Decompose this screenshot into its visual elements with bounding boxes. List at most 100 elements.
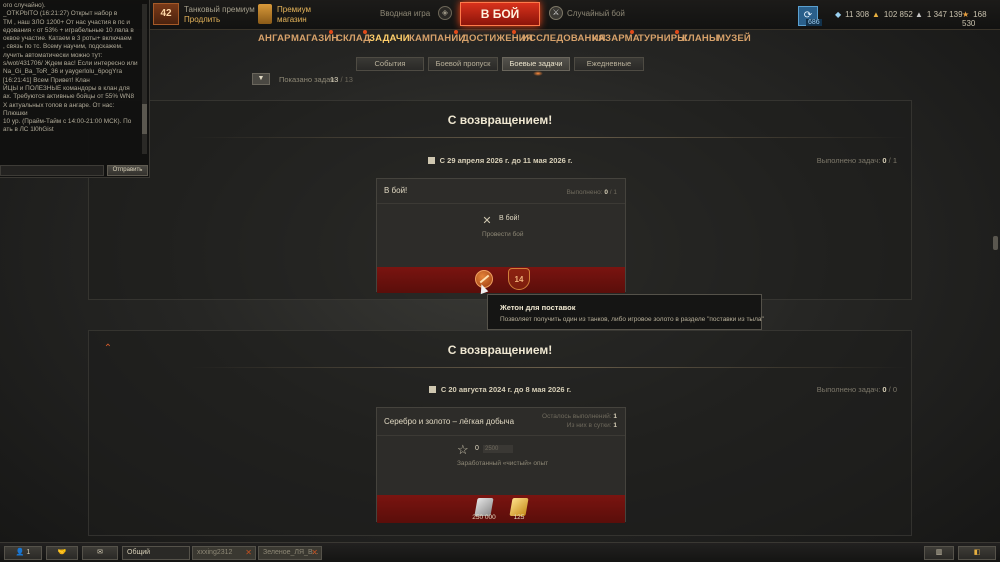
reward-shield-icon[interactable]: 14 [508,268,530,290]
mission-group-2-date-text: С 20 августа 2024 г. до 8 мая 2026 г. [440,385,572,394]
calendar-icon [428,386,436,393]
nav-achievements-notification-dot [512,30,516,34]
tab-battle-pass[interactable]: Боевой пропуск [428,57,498,71]
tab-daily[interactable]: Ежедневные [574,57,644,71]
nav-clans[interactable]: КЛАНЫ [682,33,719,44]
filter-icon: ▼ [257,75,265,82]
mission-group-1-dates: С 29 апреля 2026 г. до 11 мая 2026 г. [89,156,911,165]
nav-museum[interactable]: МУЗЕЙ [717,33,751,44]
nav-shop[interactable]: МАГАЗИН [291,33,338,44]
battle-button[interactable]: В БОЙ [460,2,540,26]
free-xp-balance[interactable]: ★ 168 530 [962,10,1000,28]
silver-balance[interactable]: ▲ 1 347 139 [915,10,963,19]
xp-target-value: 2500 [485,446,499,452]
premium-shop-label-2: магазин [277,15,307,24]
per-day-label: Из них в сутки: [566,422,612,429]
close-icon[interactable]: ✕ [245,547,252,559]
chat-send-button[interactable]: Отправить [107,165,148,176]
bonds-balance[interactable]: ◆ 11 308 [835,10,869,19]
reward-shield-count: 14 [514,275,524,284]
close-icon[interactable]: ✕ [311,547,318,559]
page-scrollbar[interactable] [993,236,998,250]
reward-tooltip: Жетон для поставок Позволяет получить од… [487,294,764,330]
progress-done: 0 [882,385,887,394]
chat-input[interactable] [0,165,104,176]
account-level-badge[interactable]: 42 [153,3,179,25]
tank-icon[interactable]: ◧ [958,546,996,560]
condition-name: В бой! [499,215,520,222]
mission-card-title: Серебро и золото – лёгкая добыча [384,417,515,426]
premium-label: Танковый премиум [184,5,255,14]
mission-group-2-dates: С 20 августа 2024 г. до 8 мая 2026 г. [89,385,911,394]
free-xp-icon: ★ [962,10,970,19]
channel-general[interactable]: Общий [122,546,190,560]
battle-mode-selector[interactable]: Случайный бой [567,9,625,18]
tab-events[interactable]: События [356,57,424,71]
progress-done: 0 [882,156,887,165]
chat-message: [16:21:41] Всем Привет! Клан [3,76,90,84]
random-battle-icon[interactable]: ⚔ [549,6,563,20]
tooltip-description: Позволяет получить один из танков, либо … [500,316,764,323]
nav-hangar[interactable]: АНГАР [258,33,291,44]
shown-missions-value: 13 / 13 [330,75,353,84]
chat-message: ах. Требуются активные бойцы от 55% WN8 [3,93,134,101]
channel-tab-3-label: Зеленое_ЛЯ_В... [263,549,319,556]
stats-chart-icon[interactable]: ▥ [924,546,954,560]
nav-depot-notification-dot [363,30,367,34]
mission-group-2-progress: Выполнено задач: 0 / 0 [817,385,897,394]
bonds-value: 11 308 [845,10,870,19]
garage-slots-count: 686 [806,19,822,26]
mission-card-silver-gold[interactable]: Серебро и золото – лёгкая добыча Осталос… [376,407,626,523]
nav-tournaments-notification-dot [675,30,679,34]
channel-tab-2[interactable]: xxxing2312 ✕ [192,546,256,560]
mission-card-to-battle[interactable]: В бой! Выполнено: 0 / 1 ✕ В бой! Провест… [376,178,626,293]
nav-campaigns[interactable]: КАМПАНИИ [409,33,465,44]
players-button[interactable]: 👤 1 [4,546,42,560]
chat-message: X актуальных топов в ангаре. От нас: Плю… [3,101,115,117]
gold-balance[interactable]: ▲ 102 852 [872,10,913,19]
mission-group-1-date-text: С 29 апреля 2026 г. до 11 мая 2026 г. [439,156,573,165]
silver-icon: ▲ [915,10,923,19]
premium-shop-icon[interactable] [258,4,272,24]
channel-tab-3[interactable]: Зеленое_ЛЯ_В... ✕ [258,546,322,560]
mission-group-1-progress: Выполнено задач: 0 / 1 [817,156,897,165]
handshake-icon[interactable]: 🤝 [46,546,78,560]
intro-mode-icon[interactable]: ◈ [438,6,452,20]
mission-group-2-title: С возвращением! [447,343,553,357]
xp-current-value: 0 [475,445,479,452]
nav-barracks-notification-dot [630,30,634,34]
chat-scroll-thumb[interactable] [142,104,147,134]
chat-scrollbar[interactable] [142,4,147,154]
filter-button[interactable]: ▼ [252,73,270,85]
bottom-bar: 👤 1 🤝 ✉ Общий xxxing2312 ✕ Зеленое_ЛЯ_В..… [0,542,1000,562]
nav-missions[interactable]: ЗАДАЧИ [369,33,410,44]
divider [377,435,625,436]
chat-message: _OTKPbITO (16:21:27) Открыт набор в [3,10,118,18]
chat-message: лучить автоматически можно тут: [3,51,103,59]
messages-icon[interactable]: ✉ [82,546,118,560]
divider [189,367,909,368]
premium-shop-link[interactable]: Премиум магазин [277,5,311,25]
progress-total: / 1 [888,156,897,165]
nav-barracks[interactable]: КАЗАРМА [592,33,640,44]
premium-extend-link[interactable]: Продлить [184,15,255,25]
chat-messages: ого случайно). _OTKPbITO (16:21:27) Откры… [3,2,140,162]
premium-account-block[interactable]: Танковый премиум Продлить [184,5,255,25]
chat-message: оквое участие. Катаем в 3 роты+ включаем [3,35,132,43]
card-progress-done: 0 [604,189,608,196]
shown-missions-label: Показано задач: [279,75,337,84]
chat-message: ТМ , наш ЗЛО 1200+ От нас участия в пс и [3,18,130,26]
silver-reward-value: 250 000 [472,514,496,521]
nav-tournaments[interactable]: ТУРНИРЫ [638,33,687,44]
bonds-icon: ◆ [835,10,842,19]
mission-card-rewards: 250 000 125 [377,495,625,523]
nav-depot[interactable]: СКЛАД [336,33,370,44]
mission-card-progress: Выполнено: 0 / 1 [567,188,618,197]
remaining-label: Осталось выполнений: [542,413,612,420]
progress-label: Выполнено задач: [816,385,881,394]
gold-value: 102 852 [883,10,913,19]
intro-mode-label[interactable]: Вводная игра [380,9,430,18]
chat-message: , связь по тс. Всему научим, подскажем. [3,43,123,51]
tab-battle-missions[interactable]: Боевые задачи [502,57,570,76]
star-icon: ☆ [457,442,469,457]
